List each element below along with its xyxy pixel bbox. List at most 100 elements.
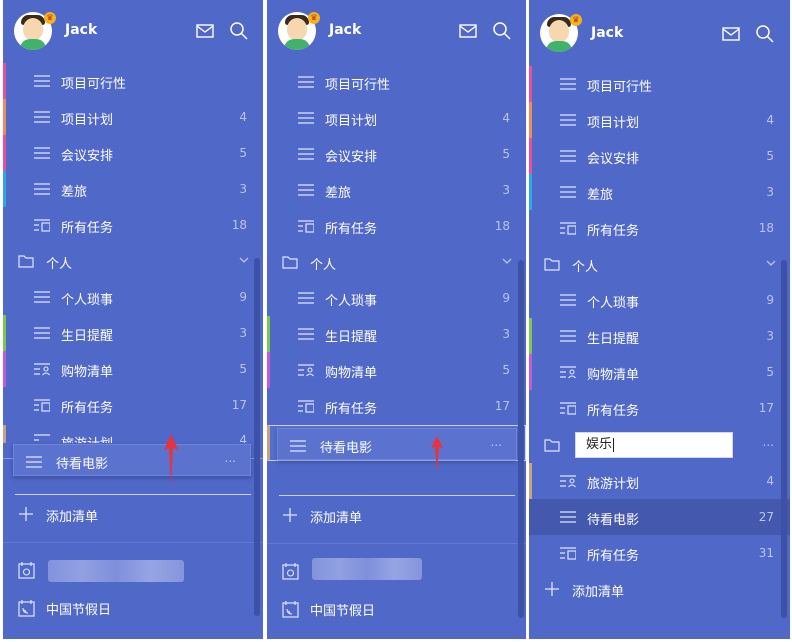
list-item[interactable]: 项目计划 4 <box>529 102 790 138</box>
list-label: 差旅 <box>325 186 352 201</box>
more-options-icon[interactable]: ... <box>763 435 774 449</box>
all-tasks-icon <box>298 400 314 413</box>
list-item[interactable]: 个人琐事 9 <box>3 279 263 315</box>
list-icon <box>560 294 576 306</box>
list-item[interactable]: 旅游计划 4 <box>529 463 790 499</box>
color-tag <box>3 135 6 171</box>
list-icon <box>298 76 314 88</box>
list-count: 17 <box>494 399 510 413</box>
list-item[interactable]: 项目计划 4 <box>267 100 526 136</box>
chevron-down-icon[interactable] <box>502 256 512 266</box>
add-list-label: 添加清单 <box>46 510 99 525</box>
list-label: 待看电影 <box>587 513 640 528</box>
holiday-label: 中国节假日 <box>310 604 376 619</box>
list-item[interactable]: 差旅 3 <box>267 172 526 208</box>
all-tasks-icon <box>560 475 576 488</box>
list-item-selected[interactable]: 待看电影 27 <box>529 499 790 535</box>
list-label: 差旅 <box>587 188 614 203</box>
list-item[interactable]: 旅游计划 4 <box>3 425 263 443</box>
list-item[interactable]: 所有任务 18 <box>3 207 263 243</box>
list-item[interactable]: 生日提醒 3 <box>3 315 263 351</box>
username[interactable]: Jack <box>591 25 623 41</box>
list-item[interactable]: 所有任务 17 <box>267 388 526 424</box>
list-item[interactable]: 会议安排 5 <box>529 138 790 174</box>
search-icon[interactable] <box>755 24 775 44</box>
list-item[interactable]: 所有任务 18 <box>529 210 790 246</box>
list-icon <box>34 111 50 123</box>
all-tasks-icon <box>560 547 576 560</box>
list-label: 项目可行性 <box>587 80 653 95</box>
list-icon <box>560 78 576 90</box>
list-label: 待看电影 <box>320 441 373 456</box>
list-label: 会议安排 <box>587 152 640 167</box>
all-tasks-icon <box>298 220 314 233</box>
list-item[interactable]: 项目可行性 <box>529 66 790 102</box>
search-icon[interactable] <box>492 21 512 41</box>
list-item[interactable]: 生日提醒 3 <box>267 316 526 352</box>
list-item[interactable]: 所有任务 17 <box>529 390 790 426</box>
list-count: 4 <box>239 433 247 443</box>
mail-icon[interactable] <box>721 24 741 44</box>
more-options-icon[interactable]: ... <box>491 435 502 449</box>
folder-group-personal[interactable]: 个人 <box>529 246 790 282</box>
add-list-button[interactable]: 添加清单 <box>3 496 263 532</box>
list-item[interactable]: 项目计划 4 <box>3 99 263 135</box>
crown-badge-icon: ♛ <box>308 12 320 24</box>
folder-group-personal[interactable]: 个人 <box>267 244 526 280</box>
list-item[interactable]: 所有任务 18 <box>267 208 526 244</box>
add-list-button[interactable]: 添加清单 <box>267 497 526 533</box>
list-item[interactable]: 所有任务 31 <box>529 535 790 571</box>
chevron-down-icon[interactable] <box>239 255 249 265</box>
list-item[interactable]: 会议安排 5 <box>267 136 526 172</box>
calendar-icon <box>282 563 299 580</box>
holiday-label: 中国节假日 <box>46 603 112 618</box>
add-list-button[interactable]: 添加清单 <box>529 571 790 607</box>
list-item[interactable]: 购物清单 5 <box>3 351 263 387</box>
divider <box>279 495 515 496</box>
search-icon[interactable] <box>229 21 249 41</box>
scrollbar[interactable] <box>781 260 787 618</box>
list-label: 生日提醒 <box>587 332 640 347</box>
list-count: 3 <box>766 185 774 199</box>
list-item[interactable]: 购物清单 5 <box>529 354 790 390</box>
group-name-input[interactable]: 娱乐 <box>575 432 733 458</box>
color-tag <box>3 63 6 99</box>
list-count: 3 <box>239 326 247 340</box>
folder-label: 个人 <box>310 258 337 273</box>
list-item[interactable]: 所有任务 17 <box>3 387 263 423</box>
list-item[interactable]: 个人琐事 9 <box>267 280 526 316</box>
list-item[interactable]: 会议安排 5 <box>3 135 263 171</box>
dragged-list-item[interactable]: 待看电影 ... <box>277 428 517 460</box>
scrollbar[interactable] <box>518 260 524 618</box>
scrollbar[interactable] <box>254 258 260 616</box>
mail-icon[interactable] <box>458 21 478 41</box>
list-count: 18 <box>758 221 774 235</box>
mail-icon[interactable] <box>195 21 215 41</box>
list-item[interactable]: 生日提醒 3 <box>529 318 790 354</box>
color-tag <box>267 316 270 352</box>
folder-label: 个人 <box>572 260 599 275</box>
shopping-list-icon <box>34 363 50 376</box>
list-item[interactable]: 个人琐事 9 <box>529 282 790 318</box>
dragged-list-item[interactable]: 待看电影 ... <box>13 444 251 476</box>
list-item[interactable]: 项目可行性 <box>267 64 526 100</box>
more-options-icon[interactable]: ... <box>225 451 236 465</box>
plus-icon <box>283 508 297 522</box>
list-item[interactable]: 项目可行性 <box>3 63 263 99</box>
username[interactable]: Jack <box>65 22 97 38</box>
list-item[interactable]: 购物清单 5 <box>267 352 526 388</box>
list-item[interactable]: 差旅 3 <box>529 174 790 210</box>
holiday-calendar[interactable]: 中国节假日 <box>3 589 263 625</box>
list-count: 5 <box>239 146 247 160</box>
chevron-down-icon[interactable] <box>766 258 776 268</box>
holiday-calendar[interactable]: 中国节假日 <box>267 590 526 626</box>
all-tasks-icon <box>34 399 50 412</box>
calendar-icon <box>18 562 35 579</box>
list-icon <box>34 147 50 159</box>
list-item[interactable]: 差旅 3 <box>3 171 263 207</box>
folder-group-personal[interactable]: 个人 <box>3 243 263 279</box>
username[interactable]: Jack <box>329 22 361 38</box>
list-label: 所有任务 <box>587 404 640 419</box>
all-tasks-icon <box>34 434 50 441</box>
sidebar-panel-dropping: ♛ Jack 项目可行性 项目计划 4 会议安排 5 差旅 3 所有任务 18 … <box>267 0 526 639</box>
